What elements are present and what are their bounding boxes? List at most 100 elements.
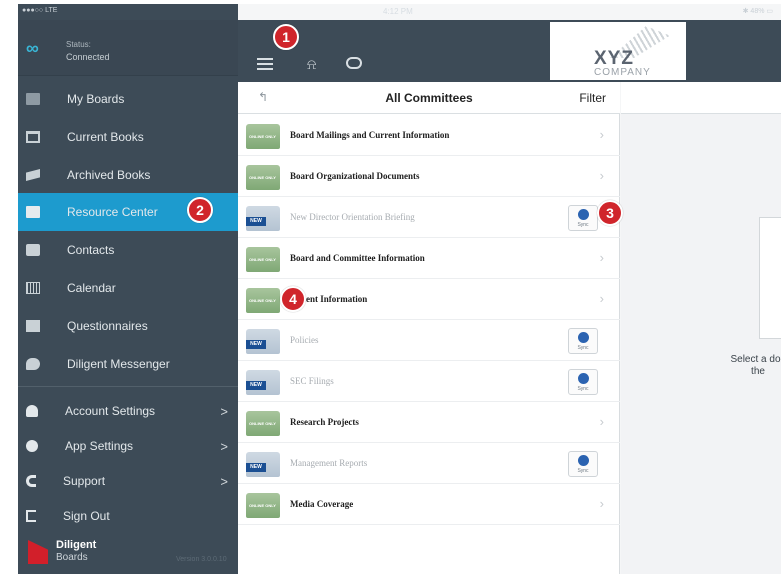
phone-icon [26, 475, 36, 487]
new-badge: NEW [246, 381, 266, 390]
new-badge: NEW [246, 340, 266, 349]
chat-icon[interactable] [346, 57, 362, 69]
contacts-icon [26, 244, 40, 256]
online-only-badge: ONLINE ONLY [249, 175, 276, 180]
folder-icon: NEW [246, 370, 280, 395]
sync-icon [578, 373, 589, 384]
sync-button[interactable]: Sync [568, 369, 598, 395]
sidebar: ∞ Status: Connected My Boards Current Bo… [18, 4, 238, 574]
sidebar-item-app-settings[interactable]: App Settings > [18, 427, 238, 465]
bell-icon[interactable]: ⍾ [307, 56, 316, 73]
list-item[interactable]: ONLINE ONLY Research Projects › [238, 402, 620, 443]
chevron-right-icon: > [220, 473, 228, 489]
list-item[interactable]: ONLINE ONLY Board Organizational Document… [238, 156, 620, 197]
sidebar-item-questionnaires[interactable]: Questionnaires [18, 307, 238, 345]
chevron-right-icon: › [599, 414, 604, 429]
sidebar-item-label: Sign Out [63, 509, 110, 523]
calendar-icon [26, 282, 40, 294]
list-item[interactable]: NEW SEC Filings Sync [238, 361, 620, 402]
list-item-label: New Director Orientation Briefing [290, 212, 415, 222]
sidebar-item-label: App Settings [65, 439, 134, 453]
folder-icon: NEW [246, 452, 280, 477]
list-item-label: Board Organizational Documents [290, 171, 420, 181]
folder-icon: NEW [246, 329, 280, 354]
sync-icon [578, 332, 589, 343]
sidebar-item-current-books[interactable]: Current Books [18, 118, 238, 156]
sidebar-item-label: Account Settings [65, 404, 156, 418]
sidebar-item-label: Diligent Messenger [67, 357, 170, 371]
chevron-right-icon: › [599, 127, 604, 142]
callout-badge-1: 1 [273, 24, 299, 50]
user-icon [26, 405, 38, 417]
list-item-label: Policies [290, 335, 319, 345]
list-item[interactable]: NEW Management Reports Sync [238, 443, 620, 484]
questionnaire-icon [26, 320, 40, 332]
sync-icon [578, 455, 589, 466]
online-only-badge: ONLINE ONLY [249, 257, 276, 262]
detail-header [621, 82, 781, 114]
empty-state-line2: the [751, 366, 765, 377]
folder-icon: ONLINE ONLY [246, 288, 280, 313]
chevron-right-icon: › [599, 168, 604, 183]
hamburger-menu-icon[interactable] [257, 58, 273, 70]
brand-name: Diligent [56, 539, 97, 551]
sync-button[interactable]: Sync [568, 205, 598, 231]
boards-icon [26, 93, 40, 105]
sidebar-item-sign-out[interactable]: Sign Out [18, 497, 238, 535]
sidebar-item-my-boards[interactable]: My Boards [18, 80, 238, 118]
folder-icon: ONLINE ONLY [246, 247, 280, 272]
sync-label: Sync [577, 222, 589, 228]
app-version: Version 3.0.0.10 [176, 556, 227, 563]
list-item-label: Research Projects [290, 417, 359, 427]
chevron-right-icon: › [599, 250, 604, 265]
sync-label: Sync [577, 468, 589, 474]
sidebar-item-label: Resource Center [67, 205, 158, 219]
archive-icon [26, 169, 40, 181]
sidebar-item-account-settings[interactable]: Account Settings > [18, 392, 238, 430]
status-label: Status: [66, 40, 91, 49]
chevron-right-icon: > [220, 403, 228, 419]
list-item[interactable]: ONLINE ONLY Media Coverage › [238, 484, 620, 525]
list-item-label: SEC Filings [290, 376, 334, 386]
sidebar-item-diligent-messenger[interactable]: Diligent Messenger [18, 345, 238, 383]
infinity-logo-icon: ∞ [26, 38, 39, 58]
empty-state-message: Select a doc the [713, 354, 781, 378]
document-preview-card [759, 217, 781, 339]
sidebar-item-label: Archived Books [67, 168, 151, 182]
list-item-label: Media Coverage [290, 499, 354, 509]
online-only-badge: ONLINE ONLY [249, 134, 276, 139]
book-icon [26, 131, 40, 143]
list-item-label: Board and Committee Information [290, 253, 425, 263]
chevron-right-icon: > [220, 438, 228, 454]
list-item[interactable]: NEW New Director Orientation Briefing Sync [238, 197, 620, 238]
sync-button[interactable]: Sync [568, 451, 598, 477]
sign-out-icon [26, 510, 36, 522]
online-only-badge: ONLINE ONLY [249, 298, 276, 303]
sync-label: Sync [577, 386, 589, 392]
sidebar-item-support[interactable]: Support > [18, 462, 238, 500]
empty-state-line1: Select a doc [730, 354, 781, 365]
clock: 4:12 PM [383, 7, 413, 16]
company-logo: XYZ COMPANY [550, 22, 686, 80]
online-only-badge: ONLINE ONLY [249, 503, 276, 508]
callout-badge-2: 2 [187, 197, 213, 223]
diligent-logo-icon [28, 540, 48, 564]
sidebar-item-contacts[interactable]: Contacts [18, 231, 238, 269]
online-only-badge: ONLINE ONLY [249, 421, 276, 426]
sidebar-item-calendar[interactable]: Calendar [18, 269, 238, 307]
sidebar-item-archived-books[interactable]: Archived Books [18, 156, 238, 194]
list-item[interactable]: NEW Policies Sync [238, 320, 620, 361]
list-item[interactable]: ONLINE ONLY Board and Committee Informati… [238, 238, 620, 279]
gear-icon [26, 440, 38, 452]
folder-icon: ONLINE ONLY [246, 124, 280, 149]
chevron-right-icon: › [599, 291, 604, 306]
brand-product: Boards [56, 552, 88, 563]
chevron-right-icon: › [599, 496, 604, 511]
committee-list-panel: ↰ All Committees Filter ONLINE ONLY Board… [238, 82, 620, 574]
filter-button[interactable]: Filter [579, 91, 606, 105]
top-toolbar: ⍾ XYZ COMPANY [238, 20, 781, 82]
list-item[interactable]: ONLINE ONLY Board Mailings and Current In… [238, 115, 620, 156]
sync-icon [578, 209, 589, 220]
sync-label: Sync [577, 345, 589, 351]
sync-button[interactable]: Sync [568, 328, 598, 354]
